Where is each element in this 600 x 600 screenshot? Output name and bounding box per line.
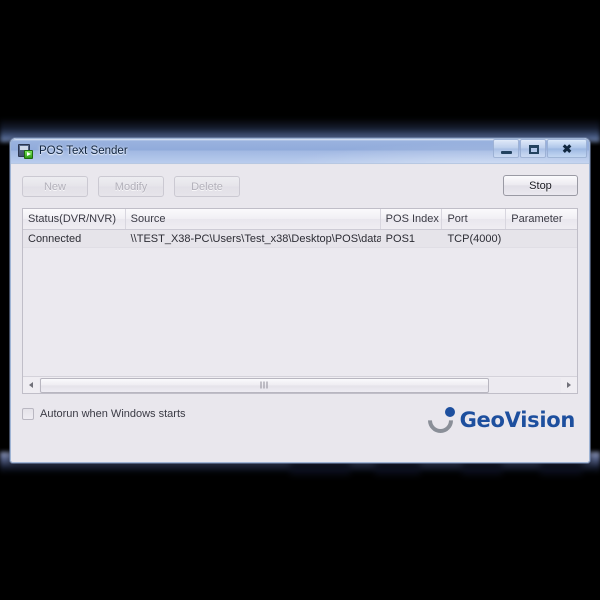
scrollbar-grip-icon bbox=[260, 381, 268, 389]
column-header-pos-index[interactable]: POS Index bbox=[381, 209, 443, 229]
title-bar[interactable]: POS Text Sender ✖ bbox=[10, 138, 590, 164]
window-client-area: New Modify Delete Stop Status(DVR/NVR) S… bbox=[11, 165, 589, 462]
scroll-right-arrow-icon[interactable] bbox=[561, 377, 577, 393]
scrollbar-thumb[interactable] bbox=[40, 377, 489, 393]
column-header-source[interactable]: Source bbox=[126, 209, 381, 229]
geovision-logo: GeoVision bbox=[422, 402, 576, 439]
window-controls: ✖ bbox=[492, 139, 587, 158]
autorun-label: Autorun when Windows starts bbox=[40, 408, 186, 420]
maximize-button[interactable] bbox=[520, 139, 546, 158]
new-button[interactable]: New bbox=[22, 176, 88, 197]
cell-status: Connected bbox=[28, 232, 82, 245]
window-title: POS Text Sender bbox=[39, 144, 128, 157]
table-row[interactable]: Connected \\TEST_X38-PC\Users\Test_x38\D… bbox=[23, 230, 577, 248]
autorun-checkbox[interactable]: Autorun when Windows starts bbox=[22, 408, 186, 420]
geovision-mark-icon bbox=[422, 402, 458, 439]
column-header-status[interactable]: Status(DVR/NVR) bbox=[23, 209, 126, 229]
maximize-icon bbox=[529, 145, 539, 154]
scroll-left-arrow-icon[interactable] bbox=[23, 377, 39, 393]
minimize-button[interactable] bbox=[493, 139, 519, 158]
screen: POS Text Sender ✖ New Modify Delete Stop… bbox=[0, 0, 600, 600]
minimize-icon bbox=[501, 151, 512, 154]
cell-source: \\TEST_X38-PC\Users\Test_x38\Desktop\POS… bbox=[130, 232, 381, 245]
scrollbar-track[interactable] bbox=[39, 377, 561, 393]
modify-button[interactable]: Modify bbox=[98, 176, 164, 197]
footer: Autorun when Windows starts GeoVision bbox=[22, 402, 578, 447]
list-rows: Connected \\TEST_X38-PC\Users\Test_x38\D… bbox=[23, 230, 577, 248]
geovision-wordmark: GeoVision bbox=[459, 407, 576, 432]
pos-text-sender-window: POS Text Sender ✖ New Modify Delete Stop… bbox=[10, 138, 590, 463]
connection-list[interactable]: Status(DVR/NVR) Source POS Index Port Pa… bbox=[22, 208, 578, 394]
cell-port: TCP(4000) bbox=[447, 232, 502, 245]
close-icon: ✖ bbox=[561, 141, 573, 156]
close-button[interactable]: ✖ bbox=[547, 139, 587, 158]
horizontal-scrollbar[interactable] bbox=[23, 376, 577, 393]
pos-app-icon bbox=[17, 143, 33, 159]
checkbox-box-icon[interactable] bbox=[22, 408, 34, 420]
cell-pos-index: POS1 bbox=[385, 232, 416, 245]
list-header-row: Status(DVR/NVR) Source POS Index Port Pa… bbox=[23, 209, 577, 230]
delete-button[interactable]: Delete bbox=[174, 176, 240, 197]
stop-button[interactable]: Stop bbox=[503, 175, 578, 196]
toolbar: New Modify Delete Stop bbox=[22, 175, 578, 198]
column-header-parameter[interactable]: Parameter bbox=[506, 209, 577, 229]
column-header-port[interactable]: Port bbox=[442, 209, 507, 229]
